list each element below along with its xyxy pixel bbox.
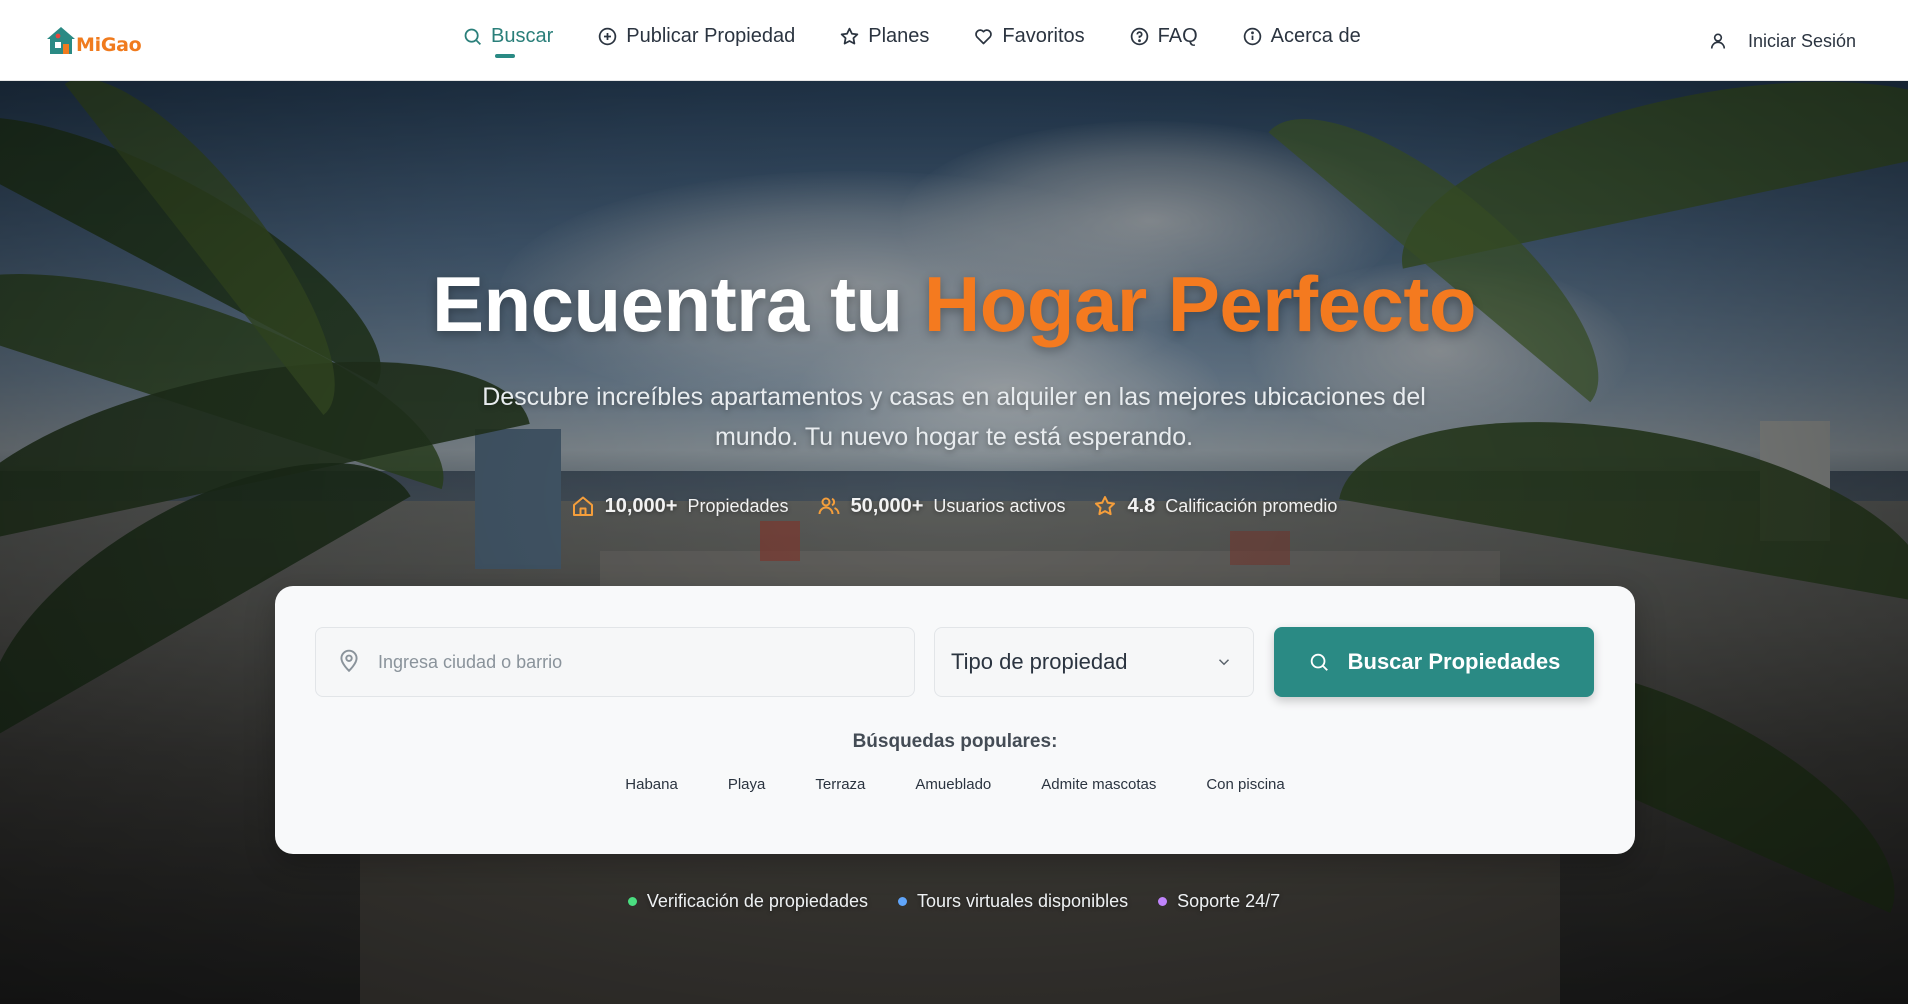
home-icon	[571, 494, 595, 518]
popular-tag[interactable]: Terraza	[790, 772, 890, 797]
nav-label: FAQ	[1157, 24, 1198, 47]
hero-subtitle: Descubre increíbles apartamentos y casas…	[482, 383, 1426, 451]
stat-label: Usuarios activos	[933, 495, 1066, 516]
nav-faq[interactable]: FAQ	[1129, 0, 1198, 72]
search-icon	[462, 26, 483, 47]
popular-tag[interactable]: Admite mascotas	[1016, 772, 1181, 797]
search-card: Tipo de propiedad Buscar Propiedades Bús…	[275, 586, 1635, 854]
hero-title: Encuentra tu Hogar Perfecto	[0, 259, 1908, 350]
stat-value: 10,000+	[604, 494, 678, 517]
green-dot-icon	[627, 897, 637, 906]
popular-searches-label: Búsquedas populares:	[852, 731, 1058, 752]
nav-label: Acerca de	[1270, 24, 1361, 47]
feature-label: Soporte 24/7	[1177, 891, 1281, 911]
map-pin-icon	[336, 648, 364, 676]
stat-value: 4.8	[1127, 494, 1156, 517]
popular-tag[interactable]: Habana	[600, 772, 703, 797]
star-icon	[839, 26, 860, 47]
nav-label: Planes	[868, 24, 930, 47]
feature-label: Verificación de propiedades	[646, 891, 868, 911]
nav-buscar[interactable]: Buscar	[462, 0, 553, 72]
property-type-value: Tipo de propiedad	[951, 649, 1128, 674]
popular-tag[interactable]: Amueblado	[890, 772, 1016, 797]
stat-label: Calificación promedio	[1165, 495, 1338, 516]
stat-value: 50,000+	[850, 494, 924, 517]
property-type-select[interactable]: Tipo de propiedad	[934, 627, 1254, 697]
blue-dot-icon	[897, 897, 907, 906]
heart-icon	[973, 26, 994, 47]
plus-circle-icon	[597, 26, 618, 47]
user-icon	[1708, 31, 1728, 51]
nav-acerca-de[interactable]: Acerca de	[1242, 0, 1361, 72]
popular-tag[interactable]: Con piscina	[1181, 772, 1309, 797]
nav-favoritos[interactable]: Favoritos	[973, 0, 1085, 72]
hero-title-accent: Hogar Perfecto	[923, 260, 1477, 348]
hero-title-main: Encuentra tu	[431, 260, 924, 348]
feature-item: Tours virtuales disponibles	[897, 891, 1129, 912]
feature-highlights: Verificación de propiedades Tours virtua…	[0, 891, 1908, 912]
hero-section: Encuentra tu Hogar Perfecto Descubre inc…	[0, 81, 1908, 1004]
stat-properties: 10,000+ Propiedades	[571, 494, 789, 518]
house-logo-icon	[47, 27, 75, 54]
logo[interactable]: MiGao	[44, 22, 142, 58]
login-button[interactable]: Iniciar Sesión	[1708, 26, 1856, 56]
nav-label: Buscar	[491, 24, 554, 47]
users-icon	[817, 494, 841, 518]
main-nav: Buscar Publicar Propiedad Planes Favorit…	[462, 0, 1405, 81]
popular-tag[interactable]: Playa	[703, 772, 791, 797]
feature-item: Soporte 24/7	[1158, 891, 1280, 912]
stat-label: Propiedades	[687, 495, 789, 516]
search-properties-button[interactable]: Buscar Propiedades	[1274, 627, 1594, 697]
stat-users: 50,000+ Usuarios activos	[817, 494, 1066, 518]
popular-search-tags: Habana Playa Terraza Amueblado Admite ma…	[275, 772, 1635, 797]
stat-rating: 4.8 Calificación promedio	[1093, 494, 1337, 518]
hero-stats: 10,000+ Propiedades 50,000+ Usuarios act…	[0, 494, 1908, 518]
top-navbar: MiGao Buscar Publicar Propiedad Planes F…	[0, 0, 1908, 81]
login-label: Iniciar Sesión	[1747, 30, 1856, 51]
search-icon	[1308, 651, 1330, 673]
chevron-down-icon	[1215, 653, 1233, 671]
feature-label: Tours virtuales disponibles	[916, 891, 1129, 911]
nav-planes[interactable]: Planes	[839, 0, 929, 72]
info-icon	[1242, 26, 1263, 47]
help-circle-icon	[1129, 26, 1150, 47]
nav-label: Publicar Propiedad	[626, 24, 796, 47]
search-button-label: Buscar Propiedades	[1347, 649, 1561, 674]
star-icon	[1093, 494, 1117, 518]
purple-dot-icon	[1158, 897, 1168, 906]
location-field[interactable]	[315, 627, 915, 697]
feature-item: Verificación de propiedades	[627, 891, 868, 912]
location-input[interactable]	[378, 651, 898, 673]
nav-label: Favoritos	[1002, 24, 1085, 47]
brand-name: MiGao	[76, 34, 142, 56]
nav-publicar-propiedad[interactable]: Publicar Propiedad	[597, 0, 795, 72]
